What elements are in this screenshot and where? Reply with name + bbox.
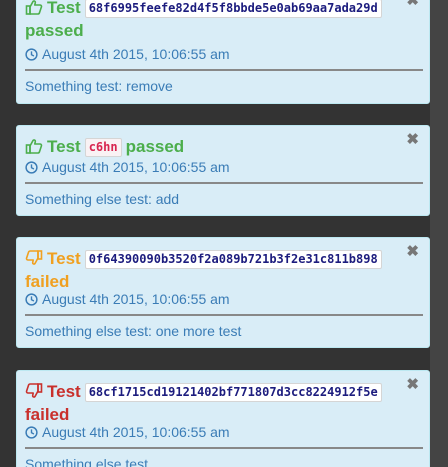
commit-hash: c6hn — [84, 138, 122, 157]
test-status: failed — [25, 405, 70, 424]
thumbs-up-icon — [25, 0, 43, 15]
test-message: Something else test — [25, 456, 148, 467]
divider — [25, 447, 423, 449]
test-message: Something else test: add — [25, 191, 180, 207]
test-result-card: Test 0f64390090b3520f2a089b721b3f2e31c811… — [16, 237, 430, 348]
clock-icon — [25, 48, 38, 61]
test-result-header: Test c6hn passed — [25, 136, 399, 159]
close-icon[interactable]: ✖ — [406, 244, 419, 260]
test-result-card: Test c6hn passed ✖ August 4th 2015, 10:06:… — [16, 125, 430, 216]
test-status: passed — [25, 21, 84, 40]
close-icon[interactable]: ✖ — [406, 377, 419, 393]
test-result-header: Test 68cf1715cd19121402bf771807d3cc822491… — [25, 381, 399, 427]
test-date: August 4th 2015, 10:06:55 am — [25, 45, 230, 63]
test-result-card: Test 68f6995feefe82d4f5f8bbde5e0ab69aa7ad… — [16, 0, 430, 104]
test-label: Test — [47, 382, 81, 401]
test-date-text: August 4th 2015, 10:06:55 am — [42, 291, 230, 307]
test-date: August 4th 2015, 10:06:55 am — [25, 423, 230, 441]
test-date-text: August 4th 2015, 10:06:55 am — [42, 159, 230, 175]
test-label: Test — [47, 0, 81, 17]
test-message: Something test: remove — [25, 78, 173, 94]
test-date: August 4th 2015, 10:06:55 am — [25, 158, 230, 176]
close-icon[interactable]: ✖ — [406, 0, 419, 9]
divider — [25, 69, 423, 71]
commit-hash: 0f64390090b3520f2a089b721b3f2e31c811b898 — [84, 250, 382, 269]
divider — [25, 314, 423, 316]
clock-icon — [25, 161, 38, 174]
thumbs-up-icon — [25, 139, 43, 154]
test-status: passed — [125, 137, 185, 156]
clock-icon — [25, 293, 38, 306]
scrollbar-track[interactable] — [430, 0, 448, 467]
test-result-header: Test 68f6995feefe82d4f5f8bbde5e0ab69aa7ad… — [25, 0, 399, 43]
test-date: August 4th 2015, 10:06:55 am — [25, 290, 230, 308]
test-label: Test — [47, 137, 81, 156]
test-message: Something else test: one more test — [25, 323, 242, 339]
test-result-card: Test 68cf1715cd19121402bf771807d3cc822491… — [16, 370, 430, 467]
test-date-text: August 4th 2015, 10:06:55 am — [42, 424, 230, 440]
test-date-text: August 4th 2015, 10:06:55 am — [42, 46, 230, 62]
test-status: failed — [25, 272, 70, 291]
thumbs-down-icon — [25, 250, 43, 265]
commit-hash: 68f6995feefe82d4f5f8bbde5e0ab69aa7ada29d — [84, 0, 382, 18]
close-icon[interactable]: ✖ — [406, 132, 419, 148]
clock-icon — [25, 426, 38, 439]
test-label: Test — [47, 249, 81, 268]
commit-hash: 68cf1715cd19121402bf771807d3cc8224912f5e — [84, 383, 382, 402]
test-result-header: Test 0f64390090b3520f2a089b721b3f2e31c811… — [25, 248, 399, 294]
divider — [25, 182, 423, 184]
thumbs-down-icon — [25, 383, 43, 398]
